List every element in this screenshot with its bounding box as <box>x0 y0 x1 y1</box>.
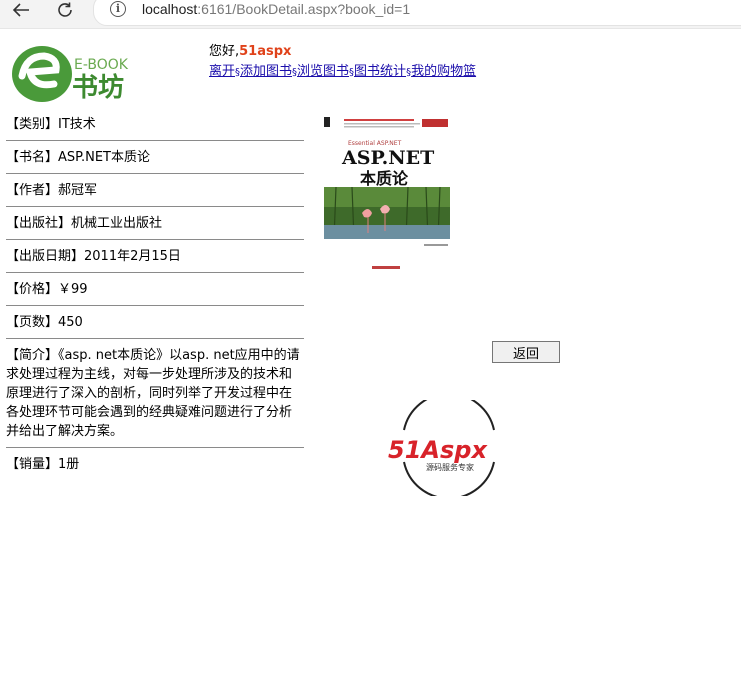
link-book-stats[interactable]: 图书统计 <box>354 64 406 79</box>
detail-author: 【作者】郝冠军 <box>6 174 304 207</box>
detail-pub-date: 【出版日期】2011年2月15日 <box>6 240 304 273</box>
username: 51aspx <box>239 44 292 59</box>
detail-pages: 【页数】450 <box>6 306 304 339</box>
url-text[interactable]: localhost:6161/BookDetail.aspx?book_id=1 <box>142 1 410 17</box>
site-info-icon[interactable]: i <box>110 1 126 17</box>
detail-intro: 【简介】《asp. net本质论》以asp. net应用中的请求处理过程为主线，… <box>6 339 304 448</box>
link-leave[interactable]: 离开 <box>209 64 235 79</box>
ebook-logo[interactable]: E-BOOK 书坊 <box>10 38 150 104</box>
reload-icon[interactable] <box>52 0 78 20</box>
svg-text:源码服务专家: 源码服务专家 <box>426 462 474 472</box>
detail-title: 【书名】ASP.NET本质论 <box>6 141 304 174</box>
svg-text:51Aspx: 51Aspx <box>388 436 488 464</box>
link-browse-books[interactable]: 浏览图书 <box>297 64 349 79</box>
detail-category: 【类别】IT技术 <box>6 108 304 141</box>
greeting: 您好,51aspx <box>209 40 291 59</box>
back-button[interactable]: 返回 <box>492 341 560 363</box>
greeting-label: 您好, <box>209 44 240 59</box>
book-cover-image: Essential ASP.NET ASP.NET 本质论 <box>322 113 456 281</box>
svg-text:书坊: 书坊 <box>72 72 124 103</box>
link-add-book[interactable]: 添加图书 <box>240 64 292 79</box>
detail-price: 【价格】￥99 <box>6 273 304 306</box>
svg-text:本质论: 本质论 <box>360 169 409 188</box>
detail-sales: 【销量】1册 <box>6 457 80 472</box>
svg-text:ASP.NET: ASP.NET <box>341 147 434 169</box>
link-shopping-basket[interactable]: 我的购物篮 <box>411 64 476 79</box>
book-details: 【类别】IT技术 【书名】ASP.NET本质论 【作者】郝冠军 【出版社】机械工… <box>6 108 304 480</box>
browser-toolbar: i localhost:6161/BookDetail.aspx?book_id… <box>0 0 741 29</box>
svg-text:Essential ASP.NET: Essential ASP.NET <box>348 140 402 147</box>
detail-publisher: 【出版社】机械工业出版社 <box>6 207 304 240</box>
back-arrow-icon[interactable] <box>8 0 34 20</box>
svg-text:E-BOOK: E-BOOK <box>74 57 129 73</box>
nav-links: 离开§添加图书§浏览图书§图书统计§我的购物篮 <box>209 60 476 79</box>
51aspx-logo: 51Aspx 源码服务专家 <box>388 400 495 496</box>
